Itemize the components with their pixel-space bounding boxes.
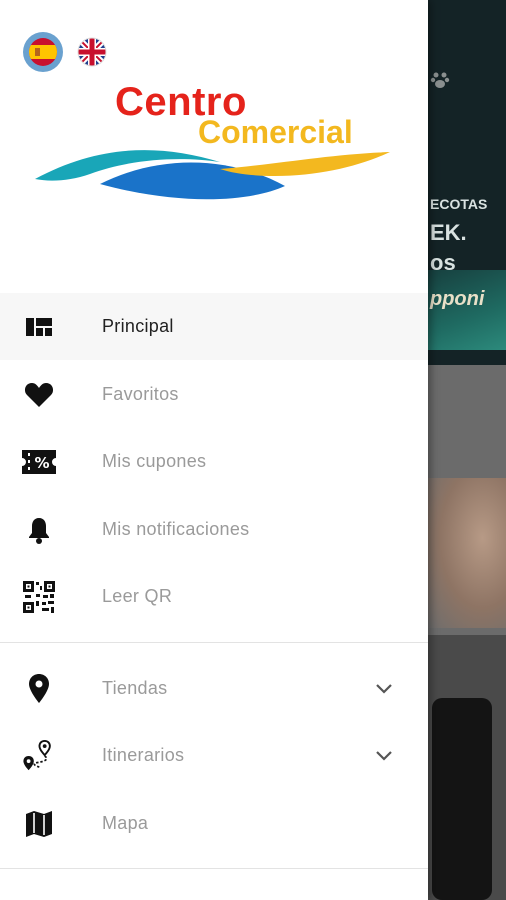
spanish-language-button[interactable] [23,32,63,72]
menu-item-mis-notificaciones[interactable]: Mis notificaciones [0,496,428,563]
menu-item-itinerarios[interactable]: Itinerarios [0,722,428,789]
svg-text:%: % [34,454,49,472]
menu-divider [0,642,428,643]
promo-text-4: pponi [430,288,485,310]
menu-item-principal[interactable]: Principal [0,293,428,360]
paw-icon [430,72,450,88]
menu-item-mis-cupones[interactable]: % Mis cupones [0,428,428,495]
language-selector [23,32,107,72]
menu-item-partial[interactable] [0,880,428,900]
menu-item-tiendas[interactable]: Tiendas [0,655,428,722]
route-icon [22,739,56,773]
menu-item-mapa[interactable]: Mapa [0,790,428,857]
chevron-down-icon[interactable] [374,679,394,699]
beauty-banner-image [428,478,506,628]
promo-text-1: ECOTAS [430,196,488,212]
menu-item-label: Itinerarios [102,745,185,765]
location-pin-icon [22,672,56,706]
menu-divider [0,868,428,869]
uk-flag-icon [77,37,107,67]
menu-item-label: Mis cupones [102,451,207,471]
promo-text-3: os [430,250,456,275]
menu-item-favoritos[interactable]: Favoritos [0,361,428,428]
dashboard-icon [22,310,56,344]
menu-item-label: Principal [102,316,174,336]
es-flag-icon [29,38,57,66]
partial-icon [22,894,56,900]
store-card [432,698,492,900]
menu-item-label: Mapa [102,813,149,833]
heart-icon [22,378,56,412]
promo-text-2: EK. [430,220,467,245]
english-language-button[interactable] [77,37,107,67]
menu-item-leer-qr[interactable]: Leer QR [0,563,428,630]
menu-item-label: Leer QR [102,586,173,606]
menu-item-label: Mis notificaciones [102,519,250,539]
menu-item-label: Tiendas [102,678,168,698]
qr-code-icon [22,580,56,614]
logo-wave-icon [35,150,390,200]
mall-logo: Centro Comercial [30,80,395,210]
bell-icon [22,513,56,547]
coupon-icon: % [22,445,56,479]
map-icon [22,807,56,841]
menu-item-label: Favoritos [102,384,179,404]
navigation-drawer: Centro Comercial Principal Favoritos % M… [0,0,428,900]
chevron-down-icon[interactable] [374,746,394,766]
